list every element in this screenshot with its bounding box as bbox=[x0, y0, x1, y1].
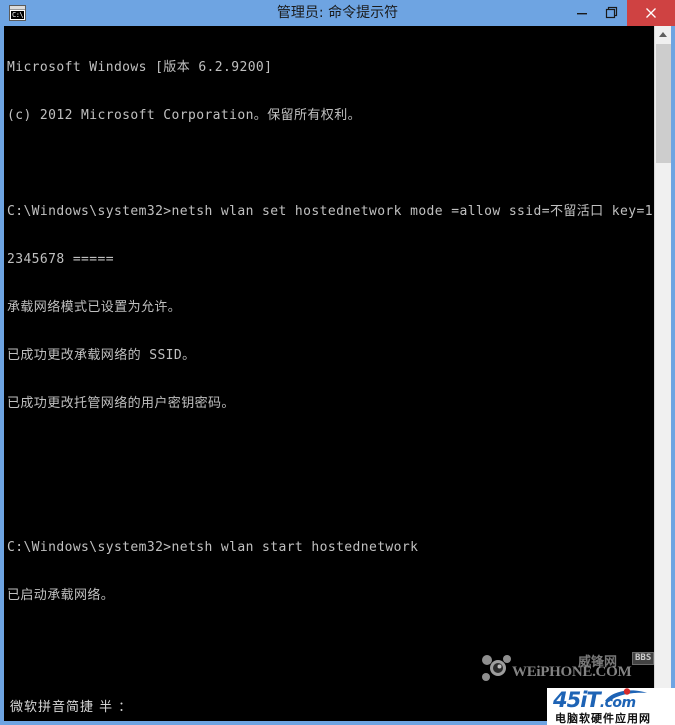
fortyfiveit-logo-main: 45iT bbox=[553, 688, 601, 712]
console-line: (c) 2012 Microsoft Corporation。保留所有权利。 bbox=[7, 108, 361, 123]
icon-title-strip bbox=[10, 6, 25, 10]
console-line: C:\Windows\system32>netsh wlan start hos… bbox=[7, 540, 419, 555]
command-prompt-window: C:\. 管理员: 命令提示符 Microsoft Windows [版本 6.… bbox=[0, 0, 675, 725]
console-line: C:\Windows\system32>netsh wlan set hoste… bbox=[7, 204, 653, 219]
console-line: Microsoft Windows [版本 6.2.9200] bbox=[7, 60, 273, 75]
console-app-icon: C:\. bbox=[9, 5, 26, 21]
title-bar[interactable]: C:\. 管理员: 命令提示符 bbox=[0, 0, 675, 26]
scrollbar-thumb[interactable] bbox=[656, 44, 671, 163]
console-line: 已启动承载网络。 bbox=[7, 588, 115, 603]
caption-button-group bbox=[567, 0, 675, 26]
scrollbar-up-button[interactable] bbox=[655, 26, 671, 43]
restore-button[interactable] bbox=[597, 0, 627, 26]
console-line: 2345678 ===== bbox=[7, 252, 114, 267]
vertical-scrollbar[interactable] bbox=[654, 26, 671, 695]
console-text: Microsoft Windows [版本 6.2.9200] (c) 2012… bbox=[7, 28, 653, 695]
fortyfiveit-subtitle: 电脑软硬件应用网 bbox=[555, 712, 651, 725]
fortyfiveit-watermark: 45iT.com 电脑软硬件应用网 bbox=[547, 688, 675, 725]
close-button[interactable] bbox=[627, 0, 675, 26]
scrollbar-track[interactable] bbox=[655, 163, 671, 695]
icon-prompt-text: C:\. bbox=[11, 11, 26, 19]
restore-icon bbox=[605, 6, 618, 19]
console-output-area[interactable]: Microsoft Windows [版本 6.2.9200] (c) 2012… bbox=[4, 26, 671, 695]
fortyfiveit-logo-tld: .com bbox=[599, 695, 636, 711]
console-line: 已成功更改承载网络的 SSID。 bbox=[7, 348, 196, 363]
console-line: 承载网络模式已设置为允许。 bbox=[7, 300, 182, 315]
close-icon bbox=[646, 8, 656, 18]
minimize-icon bbox=[577, 13, 587, 15]
minimize-button[interactable] bbox=[567, 0, 597, 26]
console-line: 已成功更改托管网络的用户密钥密码。 bbox=[7, 396, 235, 411]
